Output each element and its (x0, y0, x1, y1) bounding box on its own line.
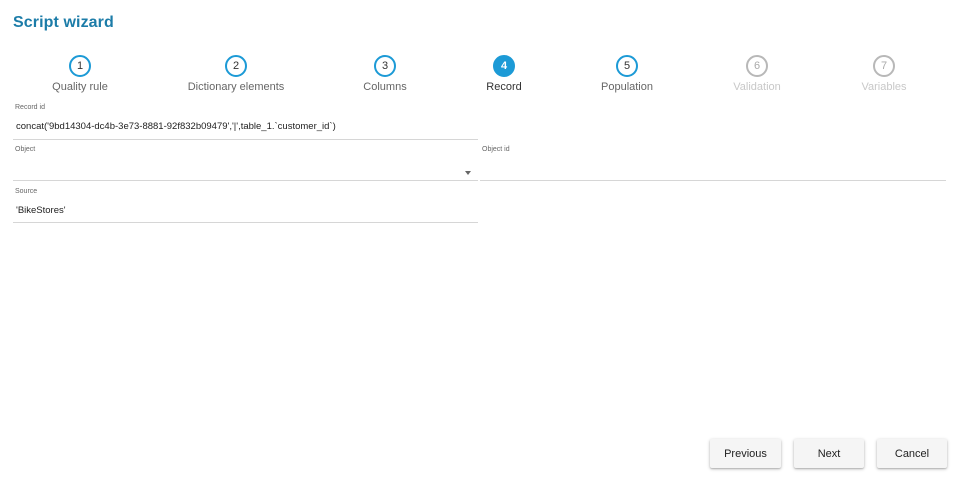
source-field: Source 'BikeStores' (13, 188, 478, 223)
step-label: Dictionary elements (187, 81, 285, 93)
source-label: Source (15, 188, 38, 195)
step-label: Population (601, 81, 653, 93)
next-button[interactable]: Next (794, 439, 864, 468)
step-label: Variables (861, 81, 907, 93)
step-number: 4 (493, 55, 515, 77)
step-variables: 7 Variables (814, 55, 954, 93)
step-number: 1 (69, 55, 91, 77)
step-number: 6 (746, 55, 768, 77)
object-label: Object (15, 146, 36, 153)
object-id-field: Object id (480, 146, 946, 181)
step-label: Validation (733, 81, 781, 93)
record-id-label: Record id (15, 104, 45, 111)
step-number: 7 (873, 55, 895, 77)
object-id-label: Object id (482, 146, 510, 153)
previous-button[interactable]: Previous (710, 439, 781, 468)
step-number: 3 (374, 55, 396, 77)
dialog-title: Script wizard (13, 14, 114, 31)
step-population[interactable]: 5 Population (557, 55, 697, 93)
step-label: Quality rule (52, 81, 108, 93)
object-select[interactable]: Object (13, 146, 478, 181)
wizard-stepper: 1 Quality rule 2 Dictionary elements 3 C… (0, 55, 959, 95)
step-record[interactable]: 4 Record (434, 55, 574, 93)
script-wizard-dialog: Script wizard 1 Quality rule 2 Dictionar… (0, 0, 959, 478)
record-id-field: Record id concat('9bd14304-dc4b-3e73-888… (13, 104, 478, 140)
step-quality-rule[interactable]: 1 Quality rule (10, 55, 150, 93)
step-dictionary-elements[interactable]: 2 Dictionary elements (166, 55, 306, 93)
step-number: 2 (225, 55, 247, 77)
record-id-input[interactable]: concat('9bd14304-dc4b-3e73-8881-92f832b0… (16, 121, 460, 132)
cancel-button[interactable]: Cancel (877, 439, 947, 468)
step-label: Record (486, 81, 522, 93)
source-input[interactable]: 'BikeStores' (16, 205, 460, 216)
chevron-down-icon[interactable] (465, 171, 471, 175)
step-validation: 6 Validation (687, 55, 827, 93)
step-number: 5 (616, 55, 638, 77)
